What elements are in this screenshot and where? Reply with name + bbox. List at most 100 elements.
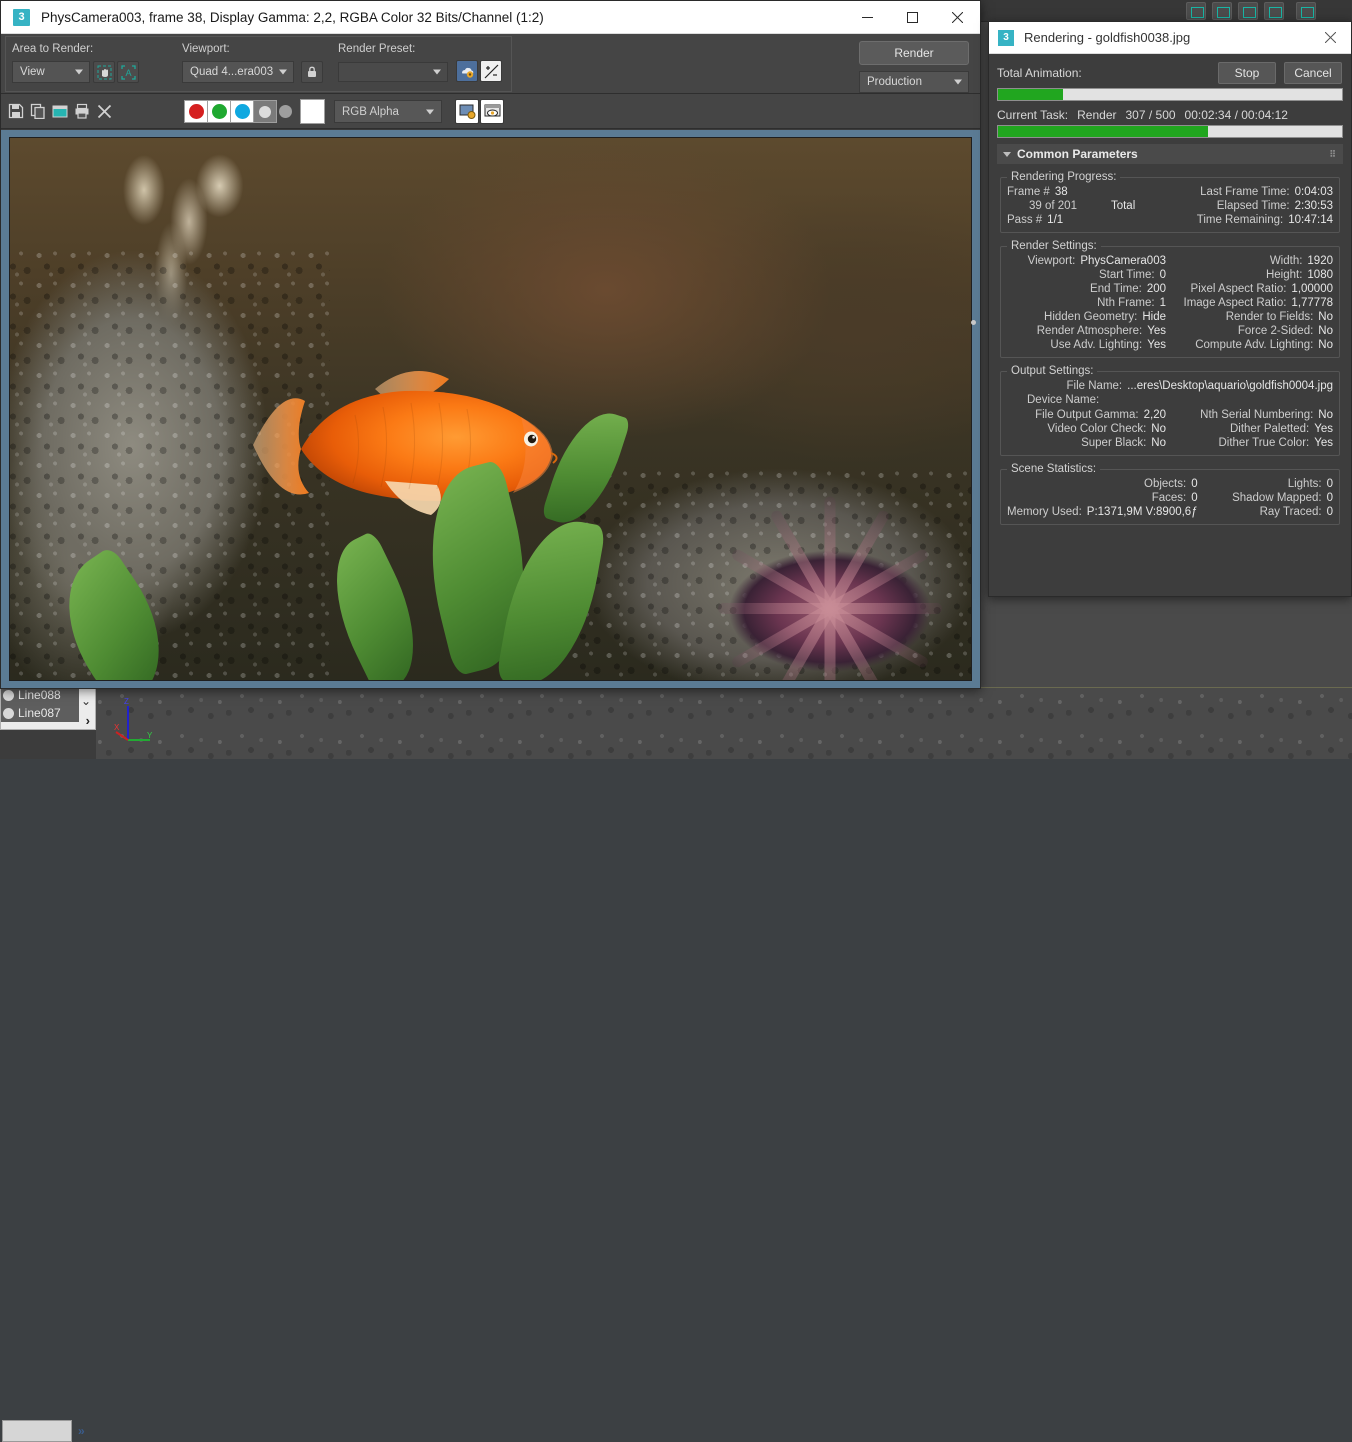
stat-key: Pixel Aspect Ratio: xyxy=(1191,283,1287,295)
stat-row: Nth Frame:1 xyxy=(1007,297,1166,309)
stat-value: 10:47:14 xyxy=(1288,214,1333,226)
red-channel-toggle[interactable] xyxy=(184,100,208,123)
image-tools-toolbar[interactable]: RGB Alpha xyxy=(1,94,980,129)
expand-arrows-icon[interactable]: » xyxy=(78,1424,83,1438)
stat-value: No xyxy=(1151,437,1166,449)
stat-value: 200 xyxy=(1147,283,1166,295)
scene-statistics-legend: Scene Statistics: xyxy=(1007,463,1100,475)
blue-channel-toggle[interactable] xyxy=(230,100,254,123)
chevron-down-icon[interactable]: ⌄ xyxy=(81,694,91,708)
bg-toolbar-icon-3[interactable] xyxy=(1238,2,1258,20)
bg-toolbar-icon-2[interactable] xyxy=(1212,2,1232,20)
stat-value: PhysCamera003 xyxy=(1080,255,1166,267)
render-preset-label: Render Preset: xyxy=(338,43,415,55)
object-marker-icon xyxy=(3,708,14,719)
background-viewport[interactable]: Z Y X xyxy=(96,687,1352,759)
exposure-control-button[interactable] xyxy=(480,60,502,82)
stat-key: Nth Serial Numbering: xyxy=(1200,409,1313,421)
preview-render-button[interactable] xyxy=(480,99,504,124)
stat-key: File Output Gamma: xyxy=(1035,409,1139,421)
display-alpha-toggle[interactable] xyxy=(300,99,325,124)
rendered-frame-goldfish[interactable] xyxy=(9,137,972,681)
mono-channel-toggle[interactable] xyxy=(279,105,292,118)
rendered-image-viewport[interactable] xyxy=(1,130,980,688)
stat-key: Last Frame Time: xyxy=(1200,186,1289,198)
stat-row: Dither Paletted:Yes xyxy=(1174,423,1333,435)
green-channel-toggle[interactable] xyxy=(207,100,231,123)
cancel-button[interactable]: Cancel xyxy=(1284,62,1342,84)
svg-text:A: A xyxy=(125,68,131,78)
rendering-dialog-title: Rendering - goldfish0038.jpg xyxy=(1024,30,1190,45)
object-selection-list[interactable]: Line088 Line087 ⌄ › xyxy=(0,685,96,730)
stat-row: Faces:0 xyxy=(1007,492,1198,504)
max-app-icon: 3 xyxy=(13,9,30,26)
bg-toolbar-icon-4[interactable] xyxy=(1264,2,1284,20)
chevron-down-icon xyxy=(954,80,962,85)
stat-row: Shadow Mapped:0 xyxy=(1206,492,1333,504)
file-name-value: ...eres\Desktop\aquario\goldfish0004.jpg xyxy=(1127,380,1333,392)
object-list-items[interactable]: Line088 Line087 xyxy=(1,686,79,722)
maximize-button[interactable] xyxy=(890,1,935,33)
stat-value: 1 xyxy=(1160,297,1166,309)
stat-row: Ray Traced:0 xyxy=(1206,506,1333,518)
stat-row: Use Adv. Lighting:Yes xyxy=(1007,339,1166,351)
area-to-render-label: Area to Render: xyxy=(12,43,93,55)
rendering-dialog-titlebar[interactable]: 3 Rendering - goldfish0038.jpg xyxy=(989,22,1351,54)
background-name-field[interactable] xyxy=(2,1420,72,1442)
area-to-render-select[interactable]: View xyxy=(12,61,90,83)
rendering-progress-dialog[interactable]: 3 Rendering - goldfish0038.jpg Total Ani… xyxy=(988,21,1352,597)
render-frame-window[interactable]: 3 PhysCamera003, frame 38, Display Gamma… xyxy=(0,0,981,689)
render-preset-select[interactable] xyxy=(338,62,448,82)
list-item[interactable]: Line087 xyxy=(1,704,79,722)
chevron-right-icon[interactable]: › xyxy=(86,713,90,728)
clear-image-icon[interactable] xyxy=(94,101,114,121)
common-parameters-rollout-header[interactable]: Common Parameters ⠿ xyxy=(997,144,1343,164)
stat-row: File Output Gamma:2,20 xyxy=(1007,409,1166,421)
print-image-icon[interactable] xyxy=(72,101,92,121)
stat-key: Time Remaining: xyxy=(1197,214,1284,226)
world-axis-gizmo: Z Y X xyxy=(114,696,158,748)
toggle-ui-overlay-button[interactable] xyxy=(455,99,479,124)
copy-image-icon[interactable] xyxy=(28,101,48,121)
close-button[interactable] xyxy=(1309,22,1351,53)
close-button[interactable] xyxy=(935,1,980,33)
render-setup-button[interactable] xyxy=(456,60,478,82)
bg-toolbar-icon-1[interactable] xyxy=(1186,2,1206,20)
bg-toolbar-icon-5[interactable] xyxy=(1296,2,1316,20)
save-image-icon[interactable] xyxy=(6,101,26,121)
stat-value: 38 xyxy=(1055,186,1068,198)
render-mode-select[interactable]: Production xyxy=(859,71,969,93)
output-settings-legend: Output Settings: xyxy=(1007,365,1097,377)
stop-button[interactable]: Stop xyxy=(1218,62,1276,84)
stat-row: Width:1920 xyxy=(1174,255,1333,267)
stat-key: Render Atmosphere: xyxy=(1037,325,1142,337)
channel-display-select[interactable]: RGB Alpha xyxy=(334,100,442,123)
stat-key: Image Aspect Ratio: xyxy=(1184,297,1287,309)
stat-value: 1,00000 xyxy=(1291,283,1333,295)
image-scroll-indicator[interactable] xyxy=(971,320,976,325)
object-name: Line088 xyxy=(18,688,61,702)
alpha-channel-toggle[interactable] xyxy=(253,100,277,123)
render-frame-titlebar[interactable]: 3 PhysCamera003, frame 38, Display Gamma… xyxy=(1,1,980,34)
goldfish-subject xyxy=(235,353,595,543)
area-to-render-value: View xyxy=(20,66,45,78)
clone-window-icon[interactable] xyxy=(50,101,70,121)
stat-key: Elapsed Time: xyxy=(1217,200,1290,212)
minimize-button[interactable] xyxy=(845,1,890,33)
render-button[interactable]: Render xyxy=(859,41,969,65)
stat-key: Compute Adv. Lighting: xyxy=(1195,339,1313,351)
render-settings-legend: Render Settings: xyxy=(1007,240,1101,252)
lock-viewport-button[interactable] xyxy=(301,61,323,83)
pan-hand-button[interactable] xyxy=(93,61,115,83)
chevron-down-icon xyxy=(75,70,83,75)
render-setup-toolbar[interactable]: Area to Render: View A Viewport: Quad 4.… xyxy=(1,34,980,94)
stat-value: Total xyxy=(1111,200,1135,212)
auto-region-button[interactable]: A xyxy=(117,61,139,83)
current-task-progressbar xyxy=(997,125,1343,138)
stat-key: Width: xyxy=(1270,255,1303,267)
stat-key: Dither Paletted: xyxy=(1230,423,1309,435)
viewport-select[interactable]: Quad 4...era003 xyxy=(182,61,294,83)
green-channel-icon xyxy=(212,104,227,119)
collapse-triangle-icon[interactable] xyxy=(1003,152,1011,157)
mono-channel-icon xyxy=(279,105,292,118)
